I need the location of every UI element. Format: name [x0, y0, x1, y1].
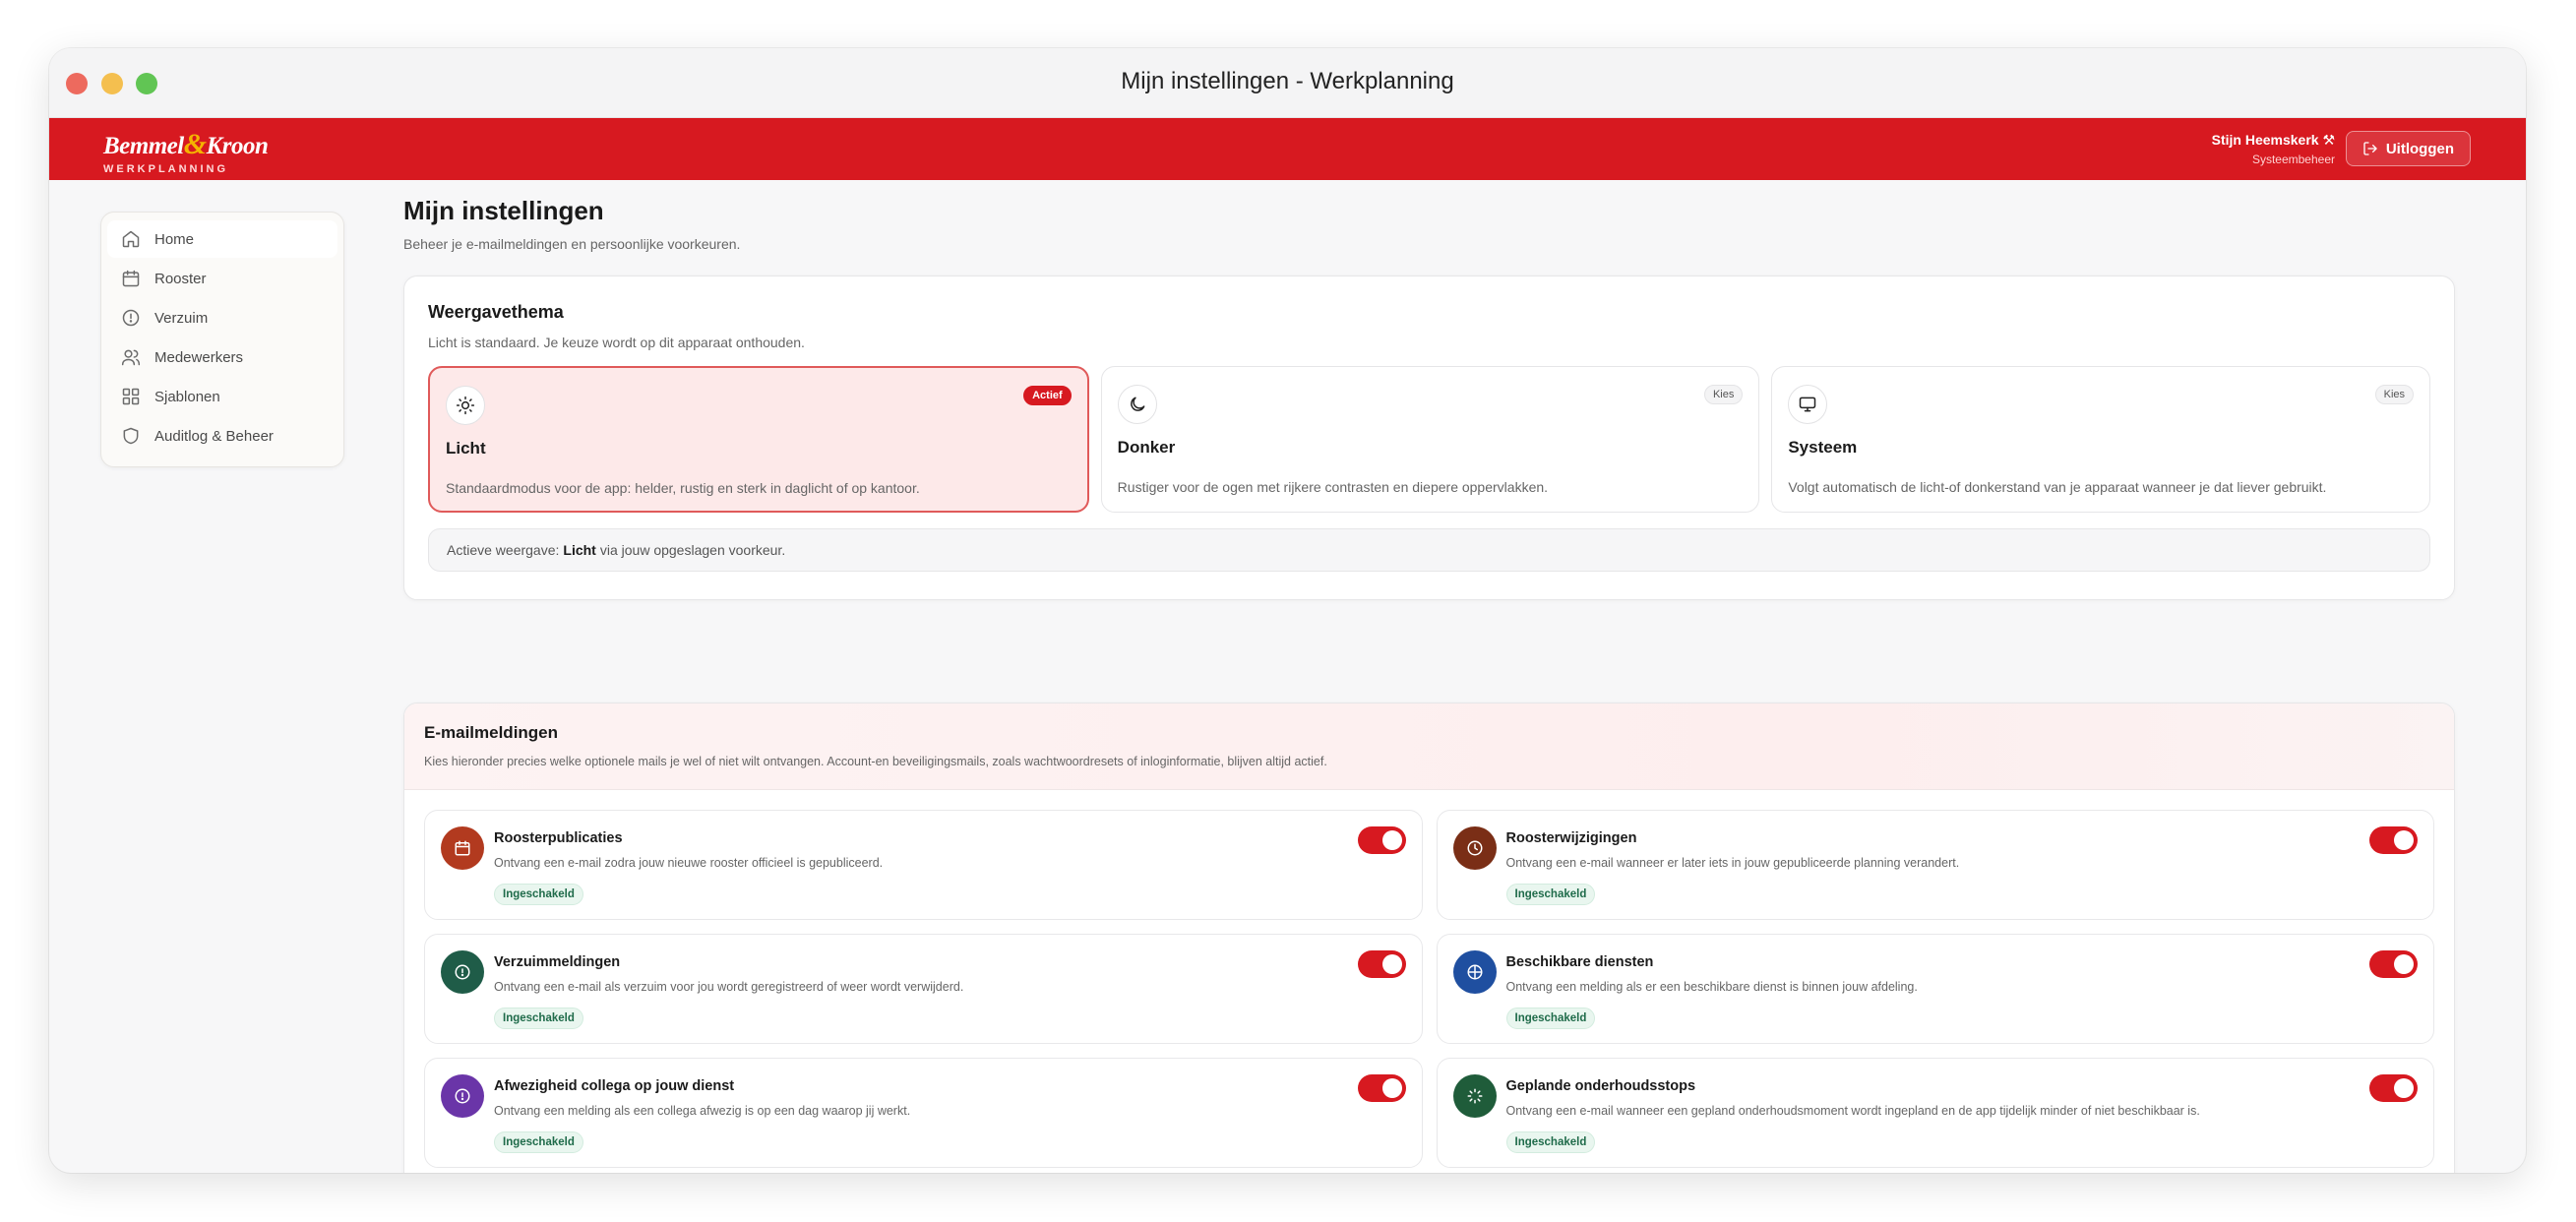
status-badge: Ingeschakeld: [1505, 1008, 1596, 1029]
app-header: Bemmel&Kroon WERKPLANNING Stijn Heemsker…: [49, 118, 2526, 180]
notification-desc: Ontvang een melding als er een beschikba…: [1505, 980, 1918, 994]
status-badge: Ingeschakeld: [494, 1131, 583, 1153]
status-badge: Ingeschakeld: [494, 884, 583, 905]
page-subtitle: Beheer je e-mailmeldingen en persoonlijk…: [403, 236, 741, 252]
moon-icon: [1117, 385, 1157, 424]
users-icon: [121, 349, 141, 366]
notification-beschikbare-diensten: Beschikbare diensten Ontvang een melding…: [1436, 934, 2434, 1044]
sidebar-item-medewerkers[interactable]: Medewerkers: [107, 338, 337, 376]
sidebar-item-sjablonen[interactable]: Sjablonen: [107, 378, 337, 415]
crosshair-icon: [1452, 950, 1497, 994]
status-badge: Ingeschakeld: [1505, 884, 1596, 905]
sun-icon: [446, 386, 485, 425]
theme-option-donker[interactable]: Kies Donker Rustiger voor de ogen met ri…: [1100, 366, 1760, 513]
brand-logo[interactable]: Bemmel&Kroon WERKPLANNING: [103, 128, 269, 175]
brand-subtitle: WERKPLANNING: [103, 163, 229, 175]
monitor-icon: [1788, 385, 1828, 424]
calendar-icon: [441, 826, 484, 870]
alert-circle-icon: [441, 950, 484, 994]
notification-desc: Ontvang een e-mail wanneer een gepland o…: [1505, 1104, 2200, 1118]
theme-section-subtitle: Licht is standaard. Je keuze wordt op di…: [428, 335, 805, 350]
active-view-value: Licht: [563, 542, 596, 558]
notification-title: Roosterpublicaties: [494, 830, 623, 846]
theme-option-desc: Standaardmodus voor de app: helder, rust…: [446, 480, 920, 496]
user-role: Systeembeheer: [2251, 153, 2335, 166]
theme-option-desc: Volgt automatisch de licht-of donkerstan…: [1788, 479, 2327, 495]
alert-circle-icon: [441, 1074, 484, 1118]
email-notifications-card: E-mailmeldingen Kies hieronder precies w…: [403, 703, 2455, 1173]
active-view-info: Actieve weergave: Licht via jouw opgesla…: [428, 528, 2430, 572]
notification-title: Verzuimmeldingen: [494, 954, 621, 970]
logout-icon: [2363, 142, 2377, 155]
notification-title: Geplande onderhoudsstops: [1505, 1078, 1696, 1094]
theme-section-title: Weergavethema: [428, 302, 564, 322]
email-section-subtitle: Kies hieronder precies welke optionele m…: [424, 755, 1327, 768]
theme-options: Actief Licht Standaardmodus voor de app:…: [428, 366, 2431, 513]
notification-desc: Ontvang een e-mail wanneer er later iets…: [1505, 856, 1960, 870]
notification-toggle[interactable]: [2369, 950, 2418, 978]
notification-toggle[interactable]: [1357, 950, 1406, 978]
notification-toggle[interactable]: [2369, 826, 2418, 854]
theme-option-name: Donker: [1117, 438, 1176, 457]
notification-desc: Ontvang een e-mail zodra jouw nieuwe roo…: [494, 856, 884, 870]
notification-toggle[interactable]: [1357, 826, 1406, 854]
page-title: Mijn instellingen: [403, 196, 604, 225]
notification-title: Roosterwijzigingen: [1505, 830, 1637, 846]
notification-list: Roosterpublicaties Ontvang een e-mail zo…: [404, 790, 2454, 1168]
notification-desc: Ontvang een melding als een collega afwe…: [494, 1104, 911, 1118]
clock-icon: [1452, 826, 1497, 870]
theme-option-licht[interactable]: Actief Licht Standaardmodus voor de app:…: [428, 366, 1089, 513]
email-section-title: E-mailmeldingen: [424, 723, 559, 742]
notification-toggle[interactable]: [2369, 1074, 2418, 1102]
app-window: Mijn instellingen - Werkplanning Bemmel&…: [49, 48, 2526, 1173]
notification-verzuimmeldingen: Verzuimmeldingen Ontvang een e-mail als …: [424, 934, 1423, 1044]
notification-afwezigheid-collega: Afwezigheid collega op jouw dienst Ontva…: [424, 1058, 1423, 1168]
sidebar: Home Rooster Verzuim Medewerkers Sjablon…: [100, 212, 344, 467]
title-bar: Mijn instellingen - Werkplanning: [49, 48, 2526, 118]
theme-option-name: Licht: [446, 439, 486, 458]
notification-desc: Ontvang een e-mail als verzuim voor jou …: [494, 980, 964, 994]
notification-title: Afwezigheid collega op jouw dienst: [494, 1078, 735, 1094]
calendar-icon: [122, 270, 140, 287]
loader-icon: [1452, 1074, 1497, 1118]
notification-roosterpublicaties: Roosterpublicaties Ontvang een e-mail zo…: [424, 810, 1423, 920]
user-name: Stijn Heemskerk ⚒: [2211, 132, 2335, 148]
grid-icon: [122, 388, 140, 405]
theme-option-desc: Rustiger voor de ogen met rijkere contra…: [1117, 479, 1549, 495]
logout-button[interactable]: Uitloggen: [2345, 131, 2471, 166]
sidebar-item-verzuim[interactable]: Verzuim: [107, 299, 337, 336]
alert-circle-icon: [122, 309, 140, 327]
main-content: Mijn instellingen Beheer je e-mailmeldin…: [403, 196, 2460, 1173]
shield-icon: [123, 427, 139, 445]
window-title: Mijn instellingen - Werkplanning: [1121, 68, 1454, 94]
sidebar-item-home[interactable]: Home: [107, 220, 337, 258]
status-badge: Actief: [1023, 386, 1072, 405]
choose-badge[interactable]: Kies: [1703, 385, 1744, 404]
theme-option-name: Systeem: [1788, 438, 1858, 457]
theme-card: Weergavethema Licht is standaard. Je keu…: [403, 275, 2455, 600]
home-icon: [122, 230, 140, 248]
user-info: Stijn Heemskerk ⚒ Systeembeheer: [2212, 132, 2335, 166]
notification-onderhoudsstops: Geplande onderhoudsstops Ontvang een e-m…: [1436, 1058, 2434, 1168]
status-badge: Ingeschakeld: [1505, 1131, 1596, 1153]
notification-roosterwijzigingen: Roosterwijzigingen Ontvang een e-mail wa…: [1436, 810, 2434, 920]
choose-badge[interactable]: Kies: [2374, 385, 2415, 404]
sidebar-item-rooster[interactable]: Rooster: [107, 260, 337, 297]
sidebar-item-auditlog[interactable]: Auditlog & Beheer: [107, 417, 337, 455]
notification-title: Beschikbare diensten: [1505, 954, 1654, 970]
email-header: E-mailmeldingen Kies hieronder precies w…: [404, 703, 2454, 790]
theme-option-systeem[interactable]: Kies Systeem Volgt automatisch de licht-…: [1771, 366, 2431, 513]
notification-toggle[interactable]: [1357, 1074, 1406, 1102]
status-badge: Ingeschakeld: [494, 1008, 583, 1029]
